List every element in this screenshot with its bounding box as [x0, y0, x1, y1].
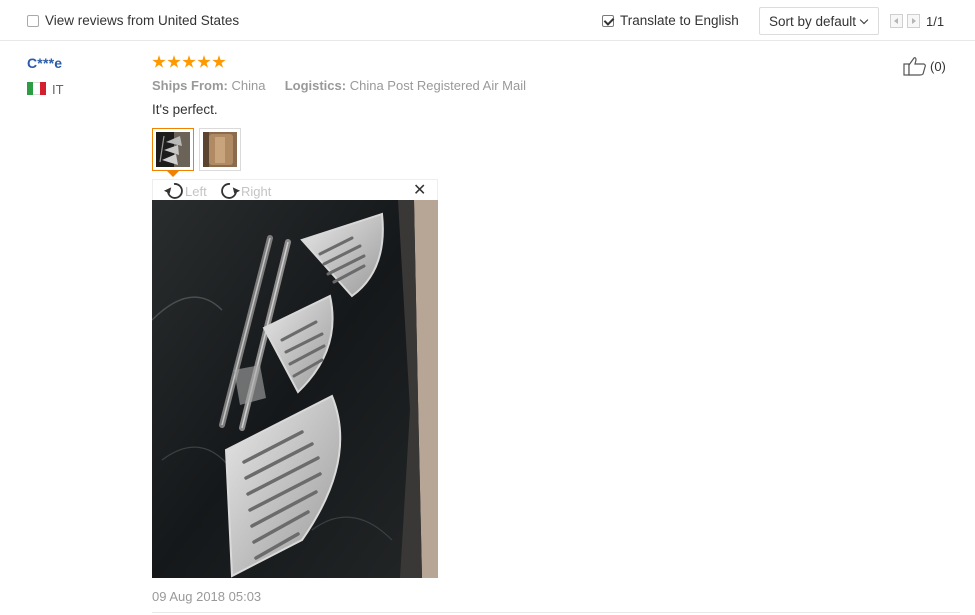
star-icon — [197, 55, 211, 68]
photo-viewer-toolbar: Left Right — [152, 179, 438, 201]
ships-from-label: Ships From: — [152, 78, 228, 93]
photo-thumbnail-image — [156, 132, 190, 167]
ships-from-value: China — [231, 78, 266, 93]
view-us-label[interactable]: View reviews from United States — [45, 13, 239, 28]
review-filter-bar: View reviews from United States Translat… — [0, 0, 975, 41]
rotate-right-icon — [221, 183, 241, 199]
helpful-count: (0) — [930, 58, 946, 74]
reviewer-name[interactable]: C***e — [27, 55, 62, 71]
active-thumb-pointer — [167, 171, 179, 177]
next-page-button[interactable] — [907, 14, 920, 28]
translate-checkbox[interactable] — [602, 15, 614, 27]
sort-select-value: Sort by default — [769, 14, 857, 29]
rotate-left-button[interactable]: Left — [163, 180, 207, 202]
star-icon — [182, 55, 196, 68]
rotate-right-button[interactable]: Right — [219, 180, 271, 202]
review-photo-thumb[interactable] — [199, 128, 241, 171]
divider — [152, 612, 960, 613]
translate-label[interactable]: Translate to English — [620, 13, 739, 28]
close-icon[interactable]: ✕ — [413, 183, 426, 199]
logistics-label: Logistics: — [284, 78, 347, 93]
view-us-checkbox[interactable] — [27, 15, 39, 27]
shipping-meta: Ships From: China Logistics: China Post … — [152, 78, 526, 93]
thumbs-up-icon — [903, 57, 926, 76]
italy-flag-icon — [27, 82, 46, 95]
chevron-down-icon — [859, 15, 869, 25]
review-photo-large — [152, 200, 438, 578]
review-text: It's perfect. — [152, 102, 218, 117]
reviewer-country: IT — [52, 82, 64, 97]
rotate-left-label: Left — [185, 183, 207, 199]
star-icon — [212, 55, 226, 68]
helpful-button[interactable]: (0) — [903, 56, 946, 76]
photo-thumbnail-image — [203, 132, 237, 167]
logistics-value: China Post Registered Air Mail — [349, 78, 527, 93]
star-rating — [152, 55, 226, 69]
sort-select[interactable]: Sort by default — [759, 7, 879, 35]
prev-page-button[interactable] — [890, 14, 903, 28]
review-photo-image — [152, 200, 438, 578]
star-icon — [167, 55, 181, 68]
review-photo-thumb[interactable] — [152, 128, 194, 171]
star-icon — [152, 55, 166, 68]
review-date: 09 Aug 2018 05:03 — [152, 589, 262, 604]
page-indicator: 1/1 — [926, 14, 945, 29]
rotate-right-label: Right — [241, 183, 272, 199]
rotate-left-icon — [163, 183, 183, 199]
